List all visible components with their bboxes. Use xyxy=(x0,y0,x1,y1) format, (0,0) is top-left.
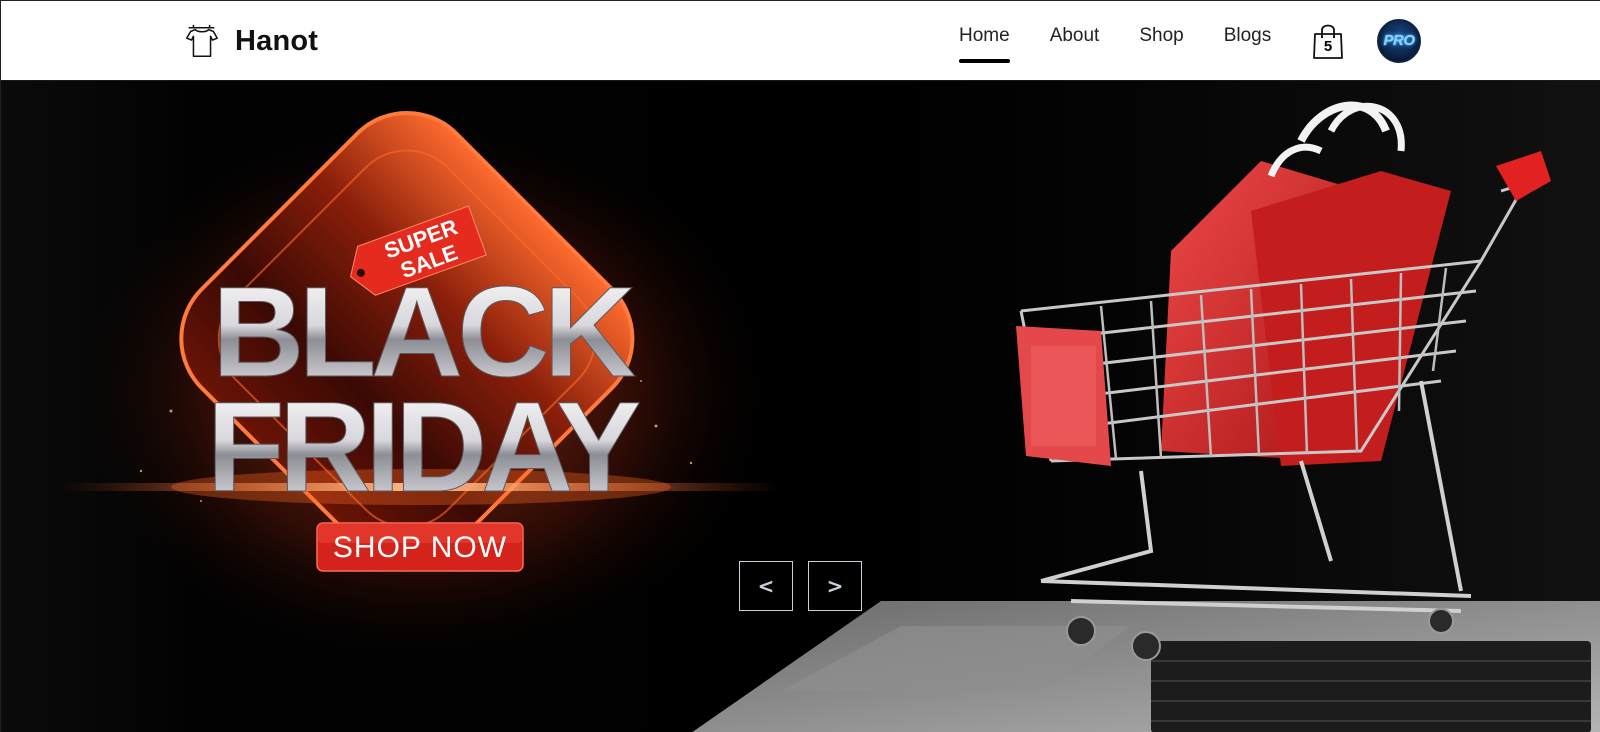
avatar-label: PRO xyxy=(1383,32,1415,49)
nav-blogs[interactable]: Blogs xyxy=(1224,25,1272,63)
avatar[interactable]: PRO xyxy=(1377,19,1421,63)
slider-next-button[interactable]: > xyxy=(808,561,862,611)
shop-now-label: SHOP NOW xyxy=(333,531,507,564)
cart-button[interactable]: 5 xyxy=(1311,23,1345,61)
hero-banner: SUPER SALE BLACK FRIDAY SHOP NOW < > xyxy=(1,81,1600,732)
slider-prev-button[interactable]: < xyxy=(739,561,793,611)
cart-count-badge: 5 xyxy=(1323,38,1333,55)
nav-home[interactable]: Home xyxy=(959,25,1010,63)
browser-viewport: Hanot Home About Shop Blogs 5 PRO SUPER … xyxy=(0,0,1600,732)
site-header: Hanot Home About Shop Blogs 5 PRO xyxy=(1,1,1600,81)
shop-now-button[interactable]: SHOP NOW xyxy=(316,522,524,572)
main-nav: Home About Shop Blogs xyxy=(959,25,1311,63)
hero-banner-image: SUPER SALE BLACK FRIDAY SHOP NOW xyxy=(61,101,1600,732)
laptop-image xyxy=(692,601,1600,732)
brand-logo[interactable]: Hanot xyxy=(183,21,318,61)
hero-title-friday: FRIDAY xyxy=(207,376,640,519)
nav-about[interactable]: About xyxy=(1050,25,1100,63)
nav-shop[interactable]: Shop xyxy=(1139,25,1183,63)
brand-name: Hanot xyxy=(235,24,319,57)
tshirt-icon xyxy=(186,24,218,57)
shopping-cart-image xyxy=(1016,101,1551,661)
